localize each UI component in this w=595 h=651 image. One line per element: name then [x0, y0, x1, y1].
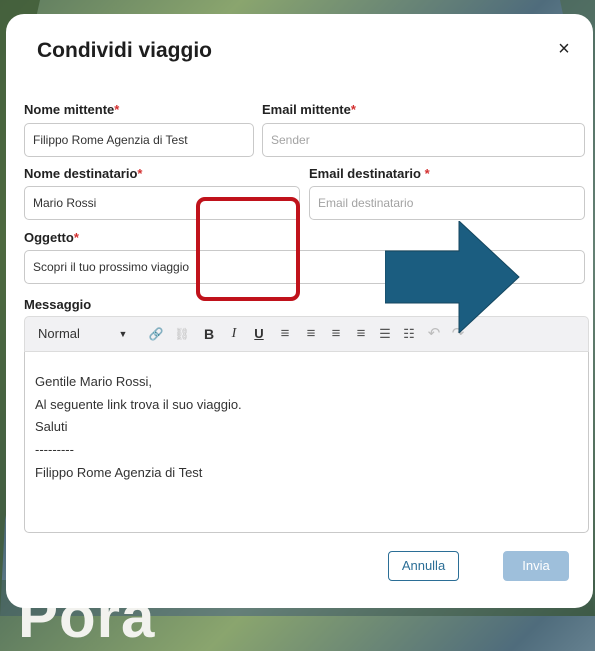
required-mark: *	[350, 102, 356, 117]
align-left-icon[interactable]: ≡	[275, 317, 295, 351]
sender-email-input[interactable]: Sender	[262, 123, 585, 157]
dialog-title: Condividi viaggio	[37, 39, 213, 62]
link-icon[interactable]: 🔗	[145, 317, 167, 351]
recipient-name-label: Nome destinatario*	[24, 166, 142, 181]
format-select[interactable]: Normal	[38, 317, 108, 351]
recipient-name-label-text: Nome destinatario	[24, 166, 138, 181]
message-line: Filippo Rome Agenzia di Test	[35, 465, 203, 480]
underline-button[interactable]: U	[249, 317, 269, 351]
message-line: Saluti	[35, 419, 68, 434]
required-mark: *	[73, 230, 79, 245]
justify-icon[interactable]: ≡	[351, 317, 371, 351]
subject-label: Oggetto*	[24, 230, 79, 245]
message-line: ---------	[35, 442, 74, 457]
message-label: Messaggio	[24, 297, 92, 312]
recipient-email-input[interactable]: Email destinatario	[309, 186, 585, 220]
recipient-email-label-text: Email destinatario	[309, 166, 425, 181]
cancel-button[interactable]: Annulla	[388, 551, 459, 581]
highlight-box-annotation	[196, 197, 300, 301]
italic-button[interactable]: I	[224, 317, 244, 351]
required-mark: *	[114, 102, 120, 117]
bold-button[interactable]: B	[199, 317, 219, 351]
align-center-icon[interactable]: ≡	[301, 317, 321, 351]
sender-name-label: Nome mittente*	[24, 102, 119, 117]
subject-label-text: Oggetto	[24, 230, 74, 245]
recipient-email-label: Email destinatario *	[309, 166, 430, 181]
sender-name-input[interactable]: Filippo Rome Agenzia di Test	[24, 123, 254, 157]
send-button[interactable]: Invia	[503, 551, 569, 581]
required-mark: *	[137, 166, 143, 181]
arrow-right-icon	[385, 221, 520, 333]
message-editor[interactable]: Gentile Mario Rossi, Al seguente link tr…	[24, 352, 589, 533]
message-line: Gentile Mario Rossi,	[35, 374, 153, 389]
chevron-down-icon[interactable]: ▼	[117, 317, 129, 351]
sender-name-label-text: Nome mittente	[24, 102, 115, 117]
close-icon[interactable]: ×	[553, 38, 575, 60]
sender-email-label: Email mittente*	[262, 102, 356, 117]
message-line: Al seguente link trova il suo viaggio.	[35, 397, 242, 412]
align-right-icon[interactable]: ≡	[326, 317, 346, 351]
sender-email-label-text: Email mittente	[262, 102, 351, 117]
unlink-icon[interactable]: ⛓	[171, 317, 193, 351]
required-mark: *	[424, 166, 430, 181]
